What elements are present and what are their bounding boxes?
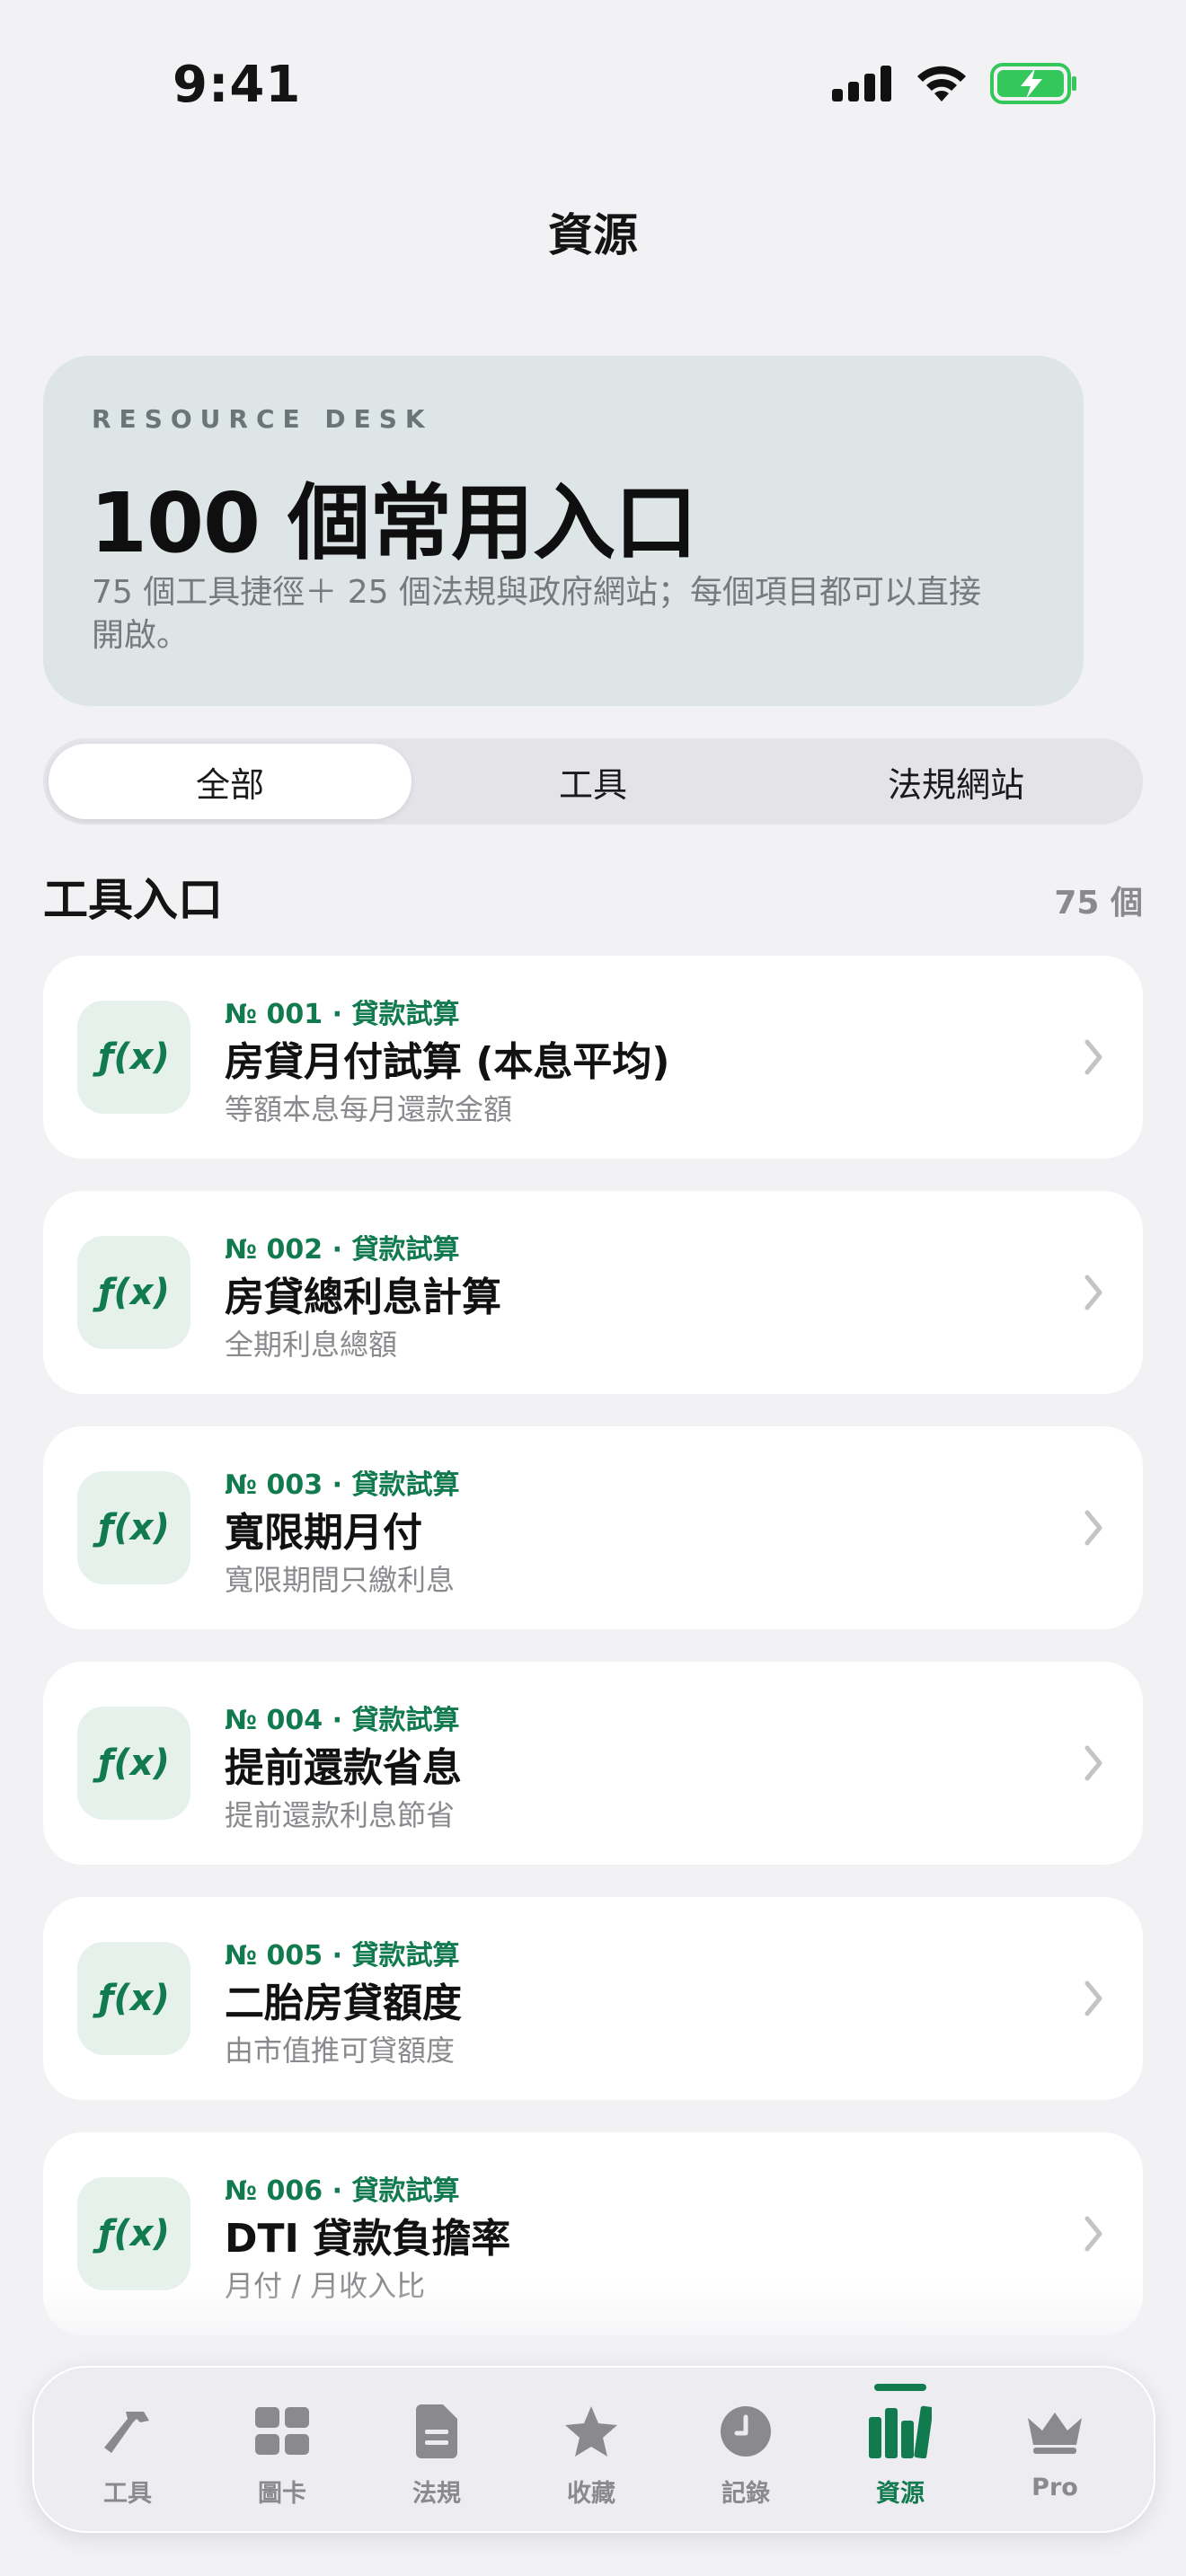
chevron-right-icon	[1084, 1981, 1102, 2016]
active-tab-indicator	[874, 2384, 926, 2391]
hammer-icon	[96, 2400, 159, 2463]
tab-label: 法規	[412, 2480, 461, 2508]
function-icon: ƒ(x)	[77, 1942, 190, 2055]
item-subtitle: 等額本息每月還款金額	[225, 1092, 513, 1126]
hero-kicker: RESOURCE DESK	[92, 404, 433, 434]
item-title: 提前還款省息	[225, 1745, 462, 1791]
tab-favorites[interactable]: 收藏	[514, 2368, 668, 2535]
item-meta: № 002 · 貸款試算	[225, 1234, 460, 1266]
item-title: DTI 貸款負擔率	[225, 2216, 511, 2262]
list-item[interactable]: ƒ(x) № 001 · 貸款試算 房貸月付試算 (本息平均) 等額本息每月還款…	[43, 956, 1143, 1159]
segment-all[interactable]: 全部	[49, 744, 412, 819]
list-item[interactable]: ƒ(x) № 003 · 貸款試算 寬限期月付 寬限期間只繳利息	[43, 1426, 1143, 1629]
list-item[interactable]: ƒ(x) № 004 · 貸款試算 提前還款省息 提前還款利息節省	[43, 1662, 1143, 1865]
section-count: 75 個	[1054, 885, 1143, 922]
item-title: 房貸總利息計算	[225, 1275, 501, 1320]
document-icon	[405, 2400, 468, 2463]
item-subtitle: 寬限期間只繳利息	[225, 1563, 456, 1597]
item-meta: № 006 · 貸款試算	[225, 2175, 460, 2207]
tab-resources[interactable]: 資源	[823, 2368, 978, 2535]
filter-segmented-control: 全部 工具 法規網站	[43, 738, 1143, 825]
status-time: 9:41	[173, 56, 302, 114]
tab-label: 資源	[876, 2480, 925, 2508]
item-title: 寬限期月付	[225, 1510, 422, 1556]
status-bar: 9:41	[0, 0, 1186, 171]
clock-icon	[714, 2400, 777, 2463]
tab-history[interactable]: 記錄	[668, 2368, 823, 2535]
segment-tools[interactable]: 工具	[412, 744, 774, 819]
segment-regulation-sites[interactable]: 法規網站	[774, 744, 1137, 819]
list-item[interactable]: ƒ(x) № 002 · 貸款試算 房貸總利息計算 全期利息總額	[43, 1191, 1143, 1394]
cellular-signal-icon	[832, 66, 891, 101]
chevron-right-icon	[1084, 1275, 1102, 1310]
item-title: 二胎房貸額度	[225, 1981, 462, 2026]
section-title: 工具入口	[43, 874, 223, 926]
chevron-right-icon	[1084, 2216, 1102, 2252]
page-title: 資源	[548, 209, 638, 261]
battery-charging-icon	[990, 63, 1076, 104]
wifi-icon	[917, 66, 966, 101]
item-meta: № 005 · 貸款試算	[225, 1940, 460, 1972]
tab-bar: 工具 圖卡 法規 收藏 記錄 資源 Pro	[32, 2366, 1155, 2533]
chevron-right-icon	[1084, 1039, 1102, 1075]
grid-icon	[251, 2400, 314, 2463]
chevron-right-icon	[1084, 1510, 1102, 1546]
tab-label: Pro	[1031, 2474, 1078, 2501]
item-title: 房貸月付試算 (本息平均)	[225, 1039, 670, 1085]
hero-description: 75 個工具捷徑＋ 25 個法規與政府網站；每個項目都可以直接開啟。	[92, 574, 981, 654]
books-icon	[869, 2400, 932, 2463]
hero-title: 100 個常用入口	[90, 475, 697, 571]
item-meta: № 003 · 貸款試算	[225, 1469, 460, 1501]
tab-label: 工具	[103, 2480, 152, 2508]
crown-icon	[1023, 2400, 1086, 2463]
function-icon: ƒ(x)	[77, 1707, 190, 1820]
tab-label: 圖卡	[258, 2480, 306, 2508]
item-subtitle: 由市值推可貸額度	[225, 2033, 456, 2068]
list-item[interactable]: ƒ(x) № 005 · 貸款試算 二胎房貸額度 由市值推可貸額度	[43, 1897, 1143, 2100]
item-meta: № 001 · 貸款試算	[225, 999, 460, 1030]
star-icon	[560, 2400, 623, 2463]
item-meta: № 004 · 貸款試算	[225, 1705, 460, 1736]
tab-tools[interactable]: 工具	[50, 2368, 205, 2535]
function-icon: ƒ(x)	[77, 1471, 190, 1584]
hero-card: RESOURCE DESK 100 個常用入口 75 個工具捷徑＋ 25 個法規…	[43, 356, 1084, 706]
function-icon: ƒ(x)	[77, 1236, 190, 1349]
tab-pro[interactable]: Pro	[978, 2368, 1132, 2535]
tab-cards[interactable]: 圖卡	[205, 2368, 359, 2535]
section-header: 工具入口 75 個	[43, 864, 1143, 927]
tab-regulations[interactable]: 法規	[359, 2368, 514, 2535]
chevron-right-icon	[1084, 1745, 1102, 1781]
status-icons	[832, 63, 1078, 104]
tab-label: 記錄	[721, 2480, 770, 2508]
function-icon: ƒ(x)	[77, 2177, 190, 2290]
item-subtitle: 全期利息總額	[225, 1328, 398, 1362]
tab-label: 收藏	[567, 2480, 615, 2508]
item-subtitle: 提前還款利息節省	[225, 1798, 456, 1832]
function-icon: ƒ(x)	[77, 1001, 190, 1114]
